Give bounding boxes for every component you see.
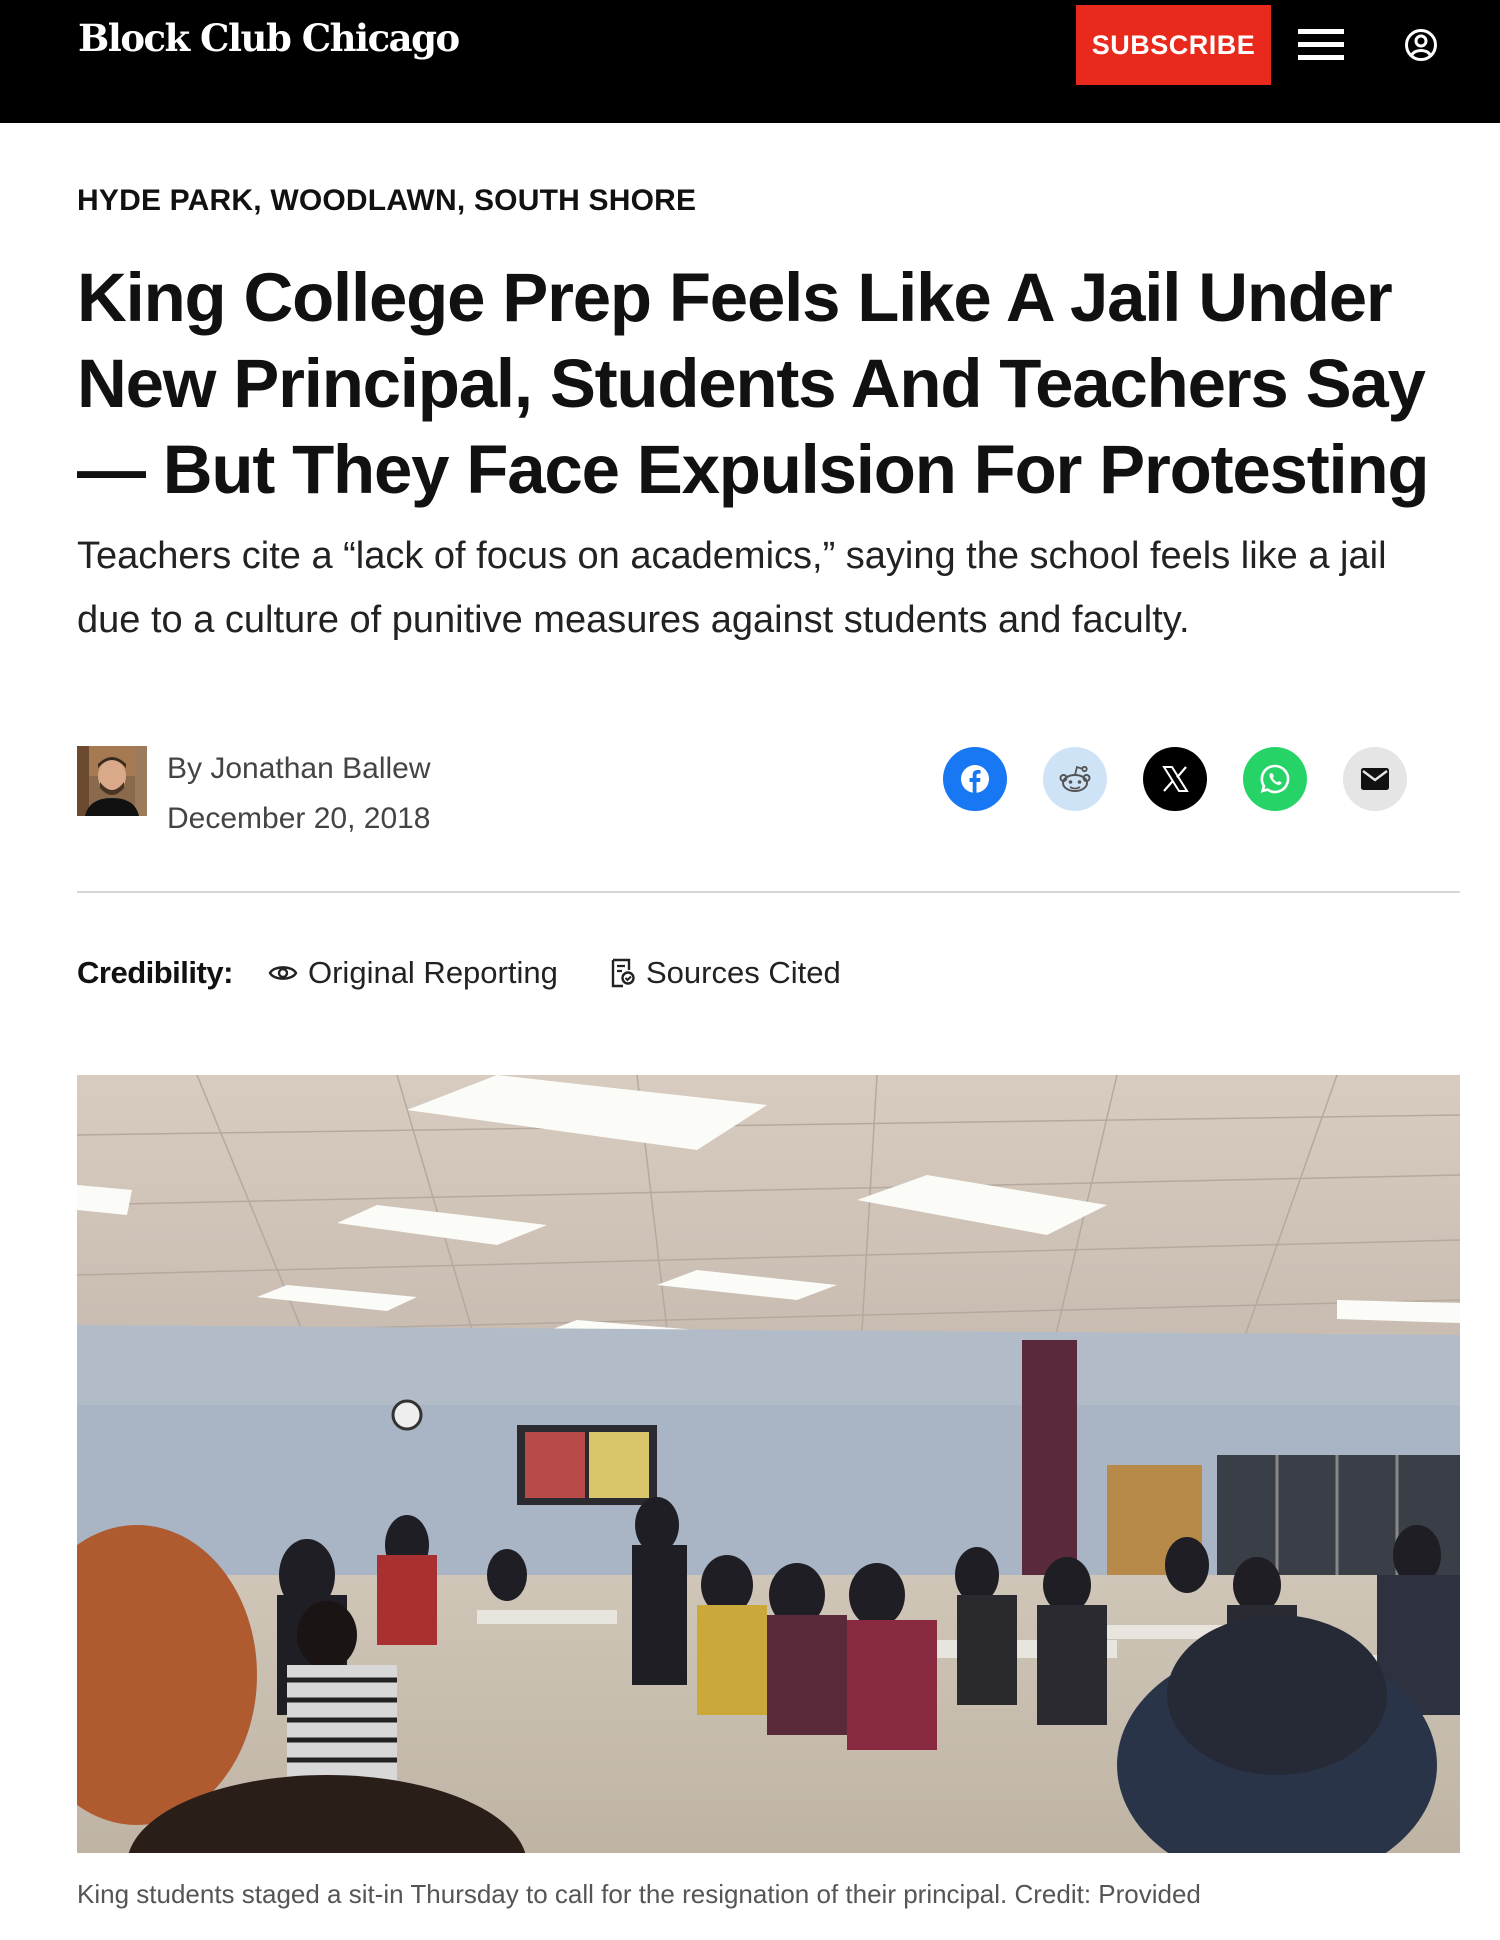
- hamburger-menu-icon: [1298, 29, 1344, 60]
- site-logo[interactable]: Block Club Chicago: [78, 16, 460, 60]
- article-dek: Teachers cite a “lack of focus on academ…: [77, 535, 1387, 641]
- reddit-icon: [1059, 765, 1091, 792]
- credibility-label: Credibility:: [77, 955, 233, 990]
- whatsapp-icon: [1260, 764, 1290, 794]
- account-button[interactable]: [1396, 20, 1446, 70]
- share-reddit-button[interactable]: [1043, 747, 1107, 811]
- subscribe-button[interactable]: SUBSCRIBE: [1076, 5, 1271, 85]
- document-icon: [611, 958, 635, 988]
- site-header: Block Club Chicago SUBSCRIBE: [0, 0, 1500, 123]
- section-label[interactable]: HYDE PARK, WOODLAWN, SOUTH SHORE: [77, 184, 696, 218]
- byline-prefix: By: [167, 752, 211, 785]
- share-email-button[interactable]: [1343, 747, 1407, 811]
- user-account-icon: [1405, 29, 1437, 61]
- publish-date: December 20, 2018: [167, 802, 431, 835]
- article-photo[interactable]: [77, 1075, 1460, 1853]
- eye-icon: [268, 966, 298, 980]
- byline-divider: [77, 891, 1460, 893]
- credibility-item-label: Original Reporting: [308, 955, 558, 990]
- author-avatar[interactable]: [77, 746, 147, 816]
- credibility-original-reporting[interactable]: Original Reporting: [268, 955, 558, 991]
- menu-button[interactable]: [1296, 22, 1346, 68]
- credibility-sources-cited[interactable]: Sources Cited: [610, 955, 841, 991]
- facebook-icon: [961, 765, 989, 793]
- x-icon: [1162, 766, 1189, 792]
- credibility-item-label: Sources Cited: [646, 955, 841, 990]
- photo-caption: King students staged a sit-in Thursday t…: [77, 1879, 1201, 1909]
- author-link[interactable]: Jonathan Ballew: [210, 752, 430, 785]
- byline: By Jonathan Ballew: [167, 752, 431, 786]
- share-facebook-button[interactable]: [943, 747, 1007, 811]
- share-x-button[interactable]: [1143, 747, 1207, 811]
- share-whatsapp-button[interactable]: [1243, 747, 1307, 811]
- email-icon: [1361, 768, 1389, 790]
- article-headline: King College Prep Feels Like A Jail Unde…: [77, 259, 1430, 508]
